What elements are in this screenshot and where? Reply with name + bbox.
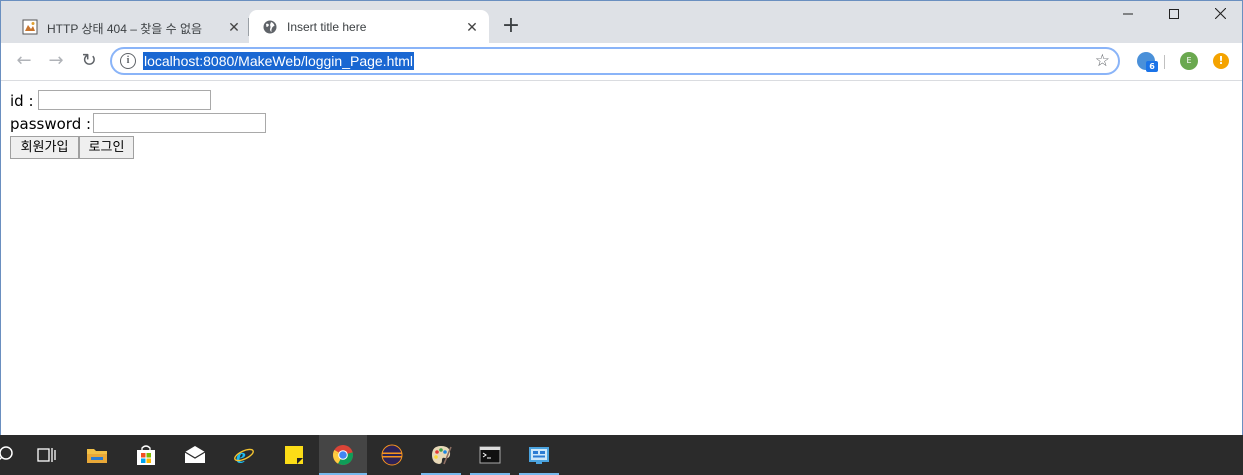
sticky-notes-icon (285, 446, 303, 464)
minimize-button[interactable] (1106, 5, 1150, 27)
back-button[interactable]: ← (12, 49, 36, 73)
taskbar-task-view[interactable] (22, 435, 70, 475)
tab-title: HTTP 상태 404 – 찾을 수 없음 (47, 22, 203, 36)
password-label: password : (10, 115, 92, 133)
maximize-button[interactable] (1152, 5, 1196, 27)
taskbar-edge[interactable]: e (220, 435, 268, 475)
tab-insert-title[interactable]: Insert title here ✕ (249, 10, 489, 43)
login-button[interactable]: 로그인 (79, 136, 134, 159)
taskbar: e (0, 435, 1243, 475)
mail-icon (184, 446, 206, 463)
id-input[interactable] (38, 90, 211, 110)
globe-icon (263, 20, 277, 34)
tab-close-icon[interactable]: ✕ (464, 19, 480, 35)
extension-badge: 6 (1146, 61, 1158, 72)
terminal-icon (479, 446, 501, 464)
join-button[interactable]: 회원가입 (10, 136, 79, 159)
taskbar-store[interactable] (122, 435, 170, 475)
taskbar-control-panel[interactable] (515, 435, 563, 475)
taskbar-paint[interactable] (417, 435, 465, 475)
control-panel-icon (529, 447, 549, 464)
folder-icon (87, 449, 107, 463)
new-tab-button[interactable]: + (500, 15, 522, 37)
close-icon (1214, 7, 1226, 20)
url-text[interactable]: localhost:8080/MakeWeb/loggin_Page.html (143, 52, 415, 70)
internet-explorer-icon: e (234, 444, 254, 466)
paint-palette-icon (432, 446, 452, 465)
store-bag-icon (137, 445, 155, 465)
browser-window: HTTP 상태 404 – 찾을 수 없음 ✕ Insert title her… (0, 0, 1243, 436)
tab-close-icon[interactable]: ✕ (226, 19, 242, 35)
search-icon (0, 446, 13, 461)
address-bar[interactable]: i localhost:8080/MakeWeb/loggin_Page.htm… (110, 47, 1120, 75)
id-label: id : (10, 92, 34, 110)
close-window-button[interactable] (1198, 5, 1242, 27)
tomcat-favicon-icon (22, 19, 38, 35)
site-info-icon[interactable]: i (120, 53, 136, 69)
taskbar-sticky-notes[interactable] (270, 435, 318, 475)
forward-button[interactable]: → (44, 49, 68, 73)
taskbar-eclipse[interactable] (368, 435, 416, 475)
bookmark-star-icon[interactable]: ☆ (1095, 51, 1110, 71)
chrome-icon (332, 445, 354, 466)
browser-toolbar: ← → ↻ i localhost:8080/MakeWeb/loggin_Pa… (1, 43, 1242, 81)
taskbar-file-explorer[interactable] (73, 435, 121, 475)
extension-globe-icon[interactable]: 6 (1137, 52, 1158, 72)
extension-warning-icon[interactable]: ! (1213, 53, 1229, 69)
task-view-icon (37, 448, 56, 462)
eclipse-icon (381, 444, 403, 466)
taskbar-chrome[interactable] (319, 435, 367, 475)
password-input[interactable] (93, 113, 266, 133)
taskbar-terminal[interactable] (466, 435, 514, 475)
minimize-icon (1123, 13, 1133, 15)
extension-separator (1164, 55, 1165, 69)
extension-green-icon[interactable]: E (1180, 52, 1198, 70)
maximize-icon (1169, 9, 1179, 19)
reload-button[interactable]: ↻ (77, 49, 101, 73)
tab-title: Insert title here (287, 20, 367, 34)
page-content: id : password : 회원가입 로그인 (1, 81, 1242, 436)
tab-http-404[interactable]: HTTP 상태 404 – 찾을 수 없음 ✕ (9, 10, 249, 43)
taskbar-mail[interactable] (171, 435, 219, 475)
tab-strip: HTTP 상태 404 – 찾을 수 없음 ✕ Insert title her… (1, 1, 1242, 43)
